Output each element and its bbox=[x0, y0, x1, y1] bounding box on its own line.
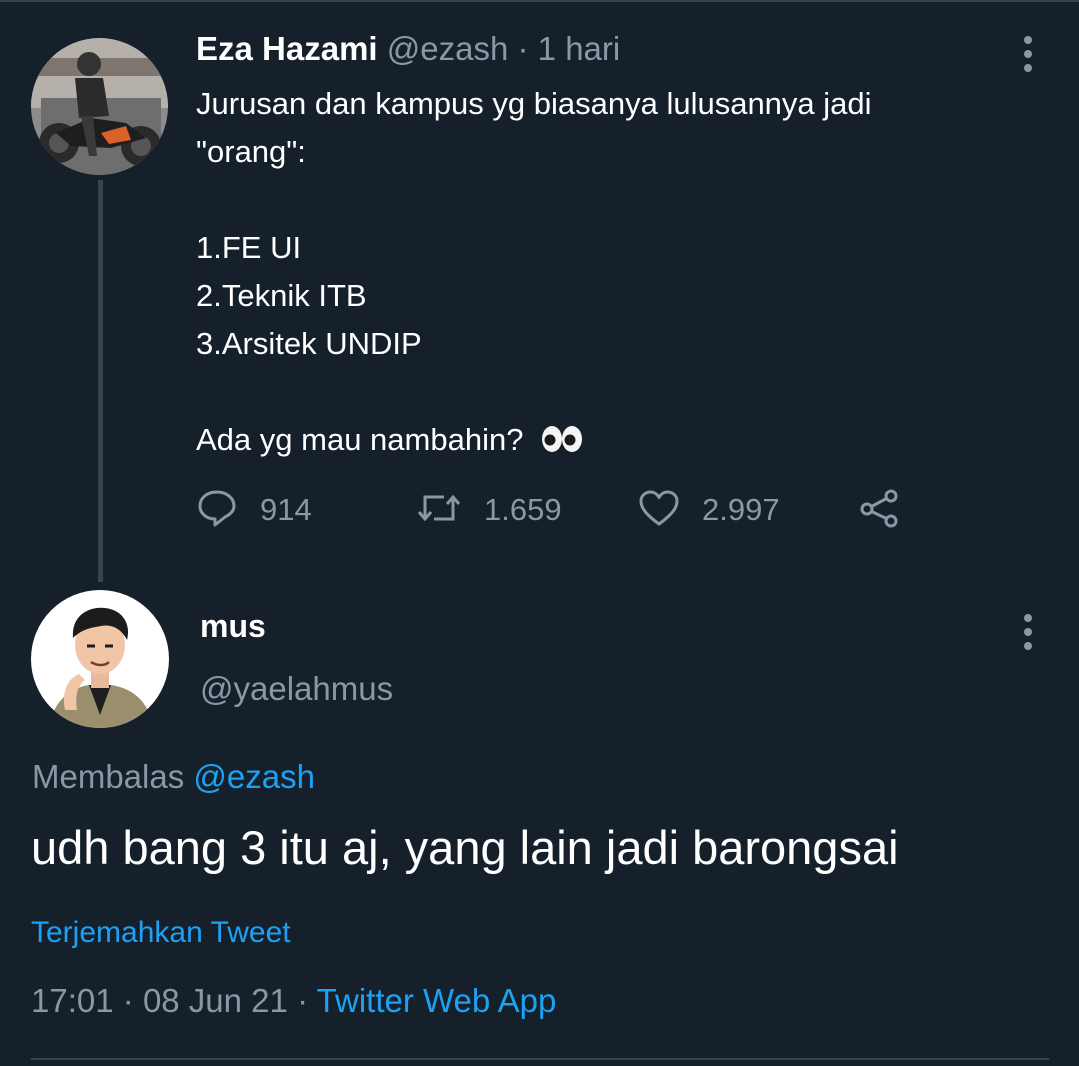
author-handle[interactable]: @ezash bbox=[387, 30, 509, 67]
replying-to: Membalas @ezash bbox=[32, 758, 315, 796]
tweet-line: 2.Teknik ITB bbox=[196, 278, 367, 313]
bottom-divider bbox=[31, 1058, 1049, 1060]
tweet-line: "orang": bbox=[196, 134, 306, 169]
top-divider bbox=[0, 0, 1079, 2]
reply-author-handle[interactable]: @yaelahmus bbox=[200, 670, 393, 708]
like-button[interactable]: 2.997 bbox=[638, 488, 780, 532]
avatar-eza-hazami[interactable] bbox=[31, 38, 168, 175]
more-vertical-icon[interactable] bbox=[1022, 36, 1034, 78]
reply-text: udh bang 3 itu aj, yang lain jadi barong… bbox=[31, 821, 899, 874]
tweet-source-link[interactable]: Twitter Web App bbox=[317, 982, 557, 1019]
reply-button[interactable]: 914 bbox=[196, 488, 312, 532]
translate-tweet-link[interactable]: Terjemahkan Tweet bbox=[31, 916, 291, 950]
tweet-time[interactable]: 17:01 bbox=[31, 982, 114, 1019]
heart-icon bbox=[638, 488, 680, 533]
meta-separator: · bbox=[122, 982, 134, 1019]
retweet-count: 1.659 bbox=[484, 492, 562, 527]
retweet-button[interactable]: 1.659 bbox=[416, 488, 562, 532]
share-icon bbox=[858, 488, 902, 533]
tweet-time-ago[interactable]: 1 hari bbox=[538, 30, 621, 67]
tweet-text: Jurusan dan kampus yg biasanya lulusanny… bbox=[196, 80, 872, 468]
meta-separator: · bbox=[297, 982, 309, 1019]
eyes-emoji bbox=[541, 420, 583, 468]
tweet-line: 1.FE UI bbox=[196, 230, 302, 265]
avatar-mus[interactable] bbox=[31, 590, 169, 728]
thread-line bbox=[98, 180, 103, 582]
replying-to-mention[interactable]: @ezash bbox=[193, 758, 315, 795]
share-button[interactable] bbox=[858, 488, 902, 532]
tweet-line: Jurusan dan kampus yg biasanya lulusanny… bbox=[196, 86, 872, 121]
tweet-header: Eza Hazami @ezash · 1 hari bbox=[196, 30, 620, 68]
header-separator: · bbox=[517, 30, 529, 67]
reply-author-name[interactable]: mus bbox=[200, 608, 266, 645]
tweet-line: 3.Arsitek UNDIP bbox=[196, 326, 422, 361]
reply-count: 914 bbox=[260, 492, 312, 527]
like-count: 2.997 bbox=[702, 492, 780, 527]
reply-icon bbox=[196, 488, 238, 533]
more-vertical-icon[interactable] bbox=[1022, 614, 1034, 656]
replying-label: Membalas bbox=[32, 758, 185, 795]
author-name[interactable]: Eza Hazami bbox=[196, 30, 378, 67]
tweet-meta: 17:01 · 08 Jun 21 · Twitter Web App bbox=[31, 982, 556, 1020]
retweet-icon bbox=[416, 488, 462, 533]
tweet-line: Ada yg mau nambahin? bbox=[196, 422, 524, 457]
tweet-date[interactable]: 08 Jun 21 bbox=[143, 982, 288, 1019]
